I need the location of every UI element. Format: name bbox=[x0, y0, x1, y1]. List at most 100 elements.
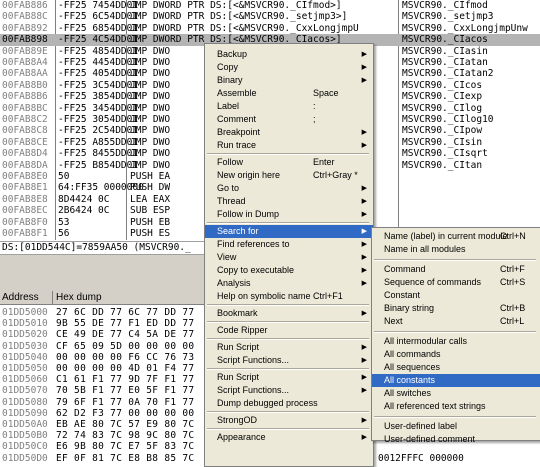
disasm-cmd: PUSH EA bbox=[130, 171, 171, 182]
menu-item-script-functions[interactable]: Script Functions... ▶ bbox=[205, 384, 373, 397]
menu-item-strongod[interactable]: StrongOD ▶ bbox=[205, 414, 373, 427]
disasm-row[interactable]: 00FAB88C -FF25 6C54DD01 JMP DWORD PTR DS:[… bbox=[0, 11, 540, 23]
submenu-item-label: Name in all modules bbox=[384, 244, 466, 254]
disasm-cmd: JMP DWO bbox=[130, 148, 171, 160]
disasm-hex: -FF25 3454DD01 bbox=[58, 102, 139, 114]
menu-item-follow[interactable]: Follow Enter bbox=[205, 156, 373, 169]
submenu-item-all-commands[interactable]: All commands bbox=[372, 348, 540, 361]
menu-item-help-on-symbolic-name[interactable]: Help on symbolic name Ctrl+F1 bbox=[205, 290, 373, 303]
disasm-hex: -FF25 3054DD01 bbox=[58, 114, 139, 125]
disasm-addr: 00FAB8EC bbox=[2, 205, 48, 217]
submenu-item-name-label-in-current-module[interactable]: Name (label) in current module Ctrl+N bbox=[372, 230, 540, 243]
disasm-cmd: JMP DWO bbox=[130, 102, 171, 114]
disasm-cmt: MSVCR90._CIsqrt bbox=[402, 148, 488, 160]
disasm-cmt: MSVCR90._CIlog bbox=[402, 102, 483, 114]
disasm-addr: 00FAB892 bbox=[2, 22, 48, 34]
disasm-addr: 00FAB8E8 bbox=[2, 193, 48, 205]
dump-hex: 00 00 00 00 4D 01 F4 77 bbox=[56, 363, 195, 374]
submenu-item-all-constants[interactable]: All constants bbox=[372, 374, 540, 387]
disasm-cmt: MSVCR90._CIcos bbox=[402, 79, 483, 91]
menu-item-follow-in-dump[interactable]: Follow in Dump ▶ bbox=[205, 208, 373, 221]
menu-item-copy-to-executable[interactable]: Copy to executable ▶ bbox=[205, 264, 373, 277]
disasm-hex: 8D4424 0C bbox=[58, 193, 110, 205]
menu-item-assemble[interactable]: Assemble Space bbox=[205, 87, 373, 100]
submenu-item-user-defined-comment[interactable]: User-defined comment bbox=[372, 433, 540, 446]
submenu-item-shortcut: Ctrl+N bbox=[500, 231, 526, 241]
menu-item-appearance[interactable]: Appearance ▶ bbox=[205, 431, 373, 444]
disasm-cmd: LEA EAX bbox=[130, 193, 171, 205]
menu-item-analysis[interactable]: Analysis ▶ bbox=[205, 277, 373, 290]
menu-item-label: Backup bbox=[217, 49, 248, 59]
menu-item-label: Analysis bbox=[217, 278, 251, 288]
dump-addr: 01DD5040 bbox=[2, 351, 48, 363]
submenu-item-command[interactable]: Command Ctrl+F bbox=[372, 263, 540, 276]
menu-item-bookmark[interactable]: Bookmark ▶ bbox=[205, 307, 373, 320]
menu-item-thread[interactable]: Thread ▶ bbox=[205, 195, 373, 208]
submenu-item-label: Sequence of commands bbox=[384, 277, 482, 287]
submenu-arrow-icon: ▶ bbox=[361, 241, 367, 248]
dump-hex: CF 65 09 5D 00 00 00 00 bbox=[56, 340, 195, 352]
menu-item-label: Assemble bbox=[217, 88, 257, 98]
dump-hex: E6 9B 80 7C E7 5F 83 7C bbox=[56, 441, 195, 453]
menu-item-comment[interactable]: Comment; bbox=[205, 113, 373, 126]
menu-separator bbox=[207, 368, 369, 370]
submenu-item-all-sequences[interactable]: All sequences bbox=[372, 361, 540, 374]
submenu-item-shortcut: Ctrl+B bbox=[500, 303, 526, 313]
menu-item-label[interactable]: Label: bbox=[205, 100, 373, 113]
menu-item-go-to[interactable]: Go to ▶ bbox=[205, 182, 373, 195]
submenu-arrow-icon: ▶ bbox=[361, 280, 367, 287]
menu-item-run-trace[interactable]: Run trace ▶ bbox=[205, 139, 373, 152]
menu-item-binary[interactable]: Binary ▶ bbox=[205, 74, 373, 87]
menu-item-breakpoint[interactable]: Breakpoint ▶ bbox=[205, 126, 373, 139]
disasm-addr: 00FAB8AA bbox=[2, 68, 48, 80]
submenu-item-shortcut: Ctrl+F bbox=[500, 264, 525, 274]
disasm-cmt: MSVCR90._CIatan2 bbox=[402, 68, 494, 80]
disasm-cmd: JMP DWORD PTR DS:[<&MSVCR90._CxxLongjmpU bbox=[130, 22, 359, 34]
menu-item-search-for[interactable]: Search for ▶ bbox=[205, 225, 373, 238]
submenu-arrow-icon: ▶ bbox=[361, 417, 367, 424]
disasm-row[interactable]: 00FAB886 -FF25 7454DD01 JMP DWORD PTR DS:[… bbox=[0, 0, 540, 12]
disasm-addr: 00FAB8B6 bbox=[2, 91, 48, 103]
submenu-item-all-switches[interactable]: All switches bbox=[372, 387, 540, 400]
disasm-addr: 00FAB8CE bbox=[2, 136, 48, 148]
submenu-arrow-icon: ▶ bbox=[361, 310, 367, 317]
address-column-header[interactable]: Address bbox=[2, 291, 39, 304]
menu-item-find-references-to[interactable]: Find references to ▶ bbox=[205, 238, 373, 251]
disasm-cmd: JMP DWO bbox=[130, 79, 171, 91]
disasm-hex: -FF25 3854DD01 bbox=[58, 91, 139, 103]
submenu-item-constant[interactable]: Constant bbox=[372, 289, 540, 302]
dump-hex: CE 49 DE 77 C4 5A DE 77 bbox=[56, 329, 195, 341]
dump-addr: 01DD50A0 bbox=[2, 419, 48, 430]
disasm-addr: 00FAB8C2 bbox=[2, 114, 48, 125]
menu-item-script-functions[interactable]: Script Functions... ▶ bbox=[205, 354, 373, 367]
menu-item-run-script[interactable]: Run Script ▶ bbox=[205, 341, 373, 354]
submenu-arrow-icon: ▶ bbox=[361, 211, 367, 218]
menu-item-backup[interactable]: Backup ▶ bbox=[205, 48, 373, 61]
submenu-item-binary-string[interactable]: Binary string Ctrl+B bbox=[372, 302, 540, 315]
menu-item-code-ripper[interactable]: Code Ripper bbox=[205, 324, 373, 337]
submenu-item-next[interactable]: Next Ctrl+L bbox=[372, 315, 540, 328]
disasm-cmd: JMP DWORD PTR DS:[<&MSVCR90._CIfmod>] bbox=[130, 0, 342, 11]
menu-item-copy[interactable]: Copy ▶ bbox=[205, 61, 373, 74]
submenu-item-sequence-of-commands[interactable]: Sequence of commands Ctrl+S bbox=[372, 276, 540, 289]
disasm-cmt: MSVCR90._CxxLongjmpUnw bbox=[402, 22, 528, 34]
disasm-row[interactable]: 00FAB892 -FF25 6854DD01 JMP DWORD PTR DS:[… bbox=[0, 23, 540, 35]
menu-item-shortcut: ; bbox=[313, 114, 316, 124]
submenu-item-name-in-all-modules[interactable]: Name in all modules bbox=[372, 243, 540, 256]
disasm-addr: 00FAB88C bbox=[2, 11, 48, 23]
submenu-item-shortcut: Ctrl+S bbox=[500, 277, 526, 287]
menu-item-run-script[interactable]: Run Script ▶ bbox=[205, 371, 373, 384]
hexdump-column-header[interactable]: Hex dump bbox=[56, 291, 102, 304]
menu-item-view[interactable]: View ▶ bbox=[205, 251, 373, 264]
menu-item-dump-debugged-process[interactable]: Dump debugged process bbox=[205, 397, 373, 410]
submenu-item-all-intermodular-calls[interactable]: All intermodular calls bbox=[372, 335, 540, 348]
submenu-item-all-referenced-text-strings[interactable]: All referenced text strings bbox=[372, 400, 540, 413]
menu-item-label: Go to bbox=[217, 183, 240, 193]
menu-item-new-origin-here[interactable]: New origin here Ctrl+Gray * bbox=[205, 169, 373, 182]
submenu-item-user-defined-label[interactable]: User-defined label bbox=[372, 420, 540, 433]
submenu-item-label: All intermodular calls bbox=[384, 336, 468, 346]
menu-separator bbox=[374, 416, 536, 418]
dump-hex: 70 5B F1 77 E0 5F F1 77 bbox=[56, 385, 195, 397]
dump-addr: 01DD5090 bbox=[2, 407, 48, 419]
disasm-cmd: JMP DWO bbox=[130, 57, 171, 68]
